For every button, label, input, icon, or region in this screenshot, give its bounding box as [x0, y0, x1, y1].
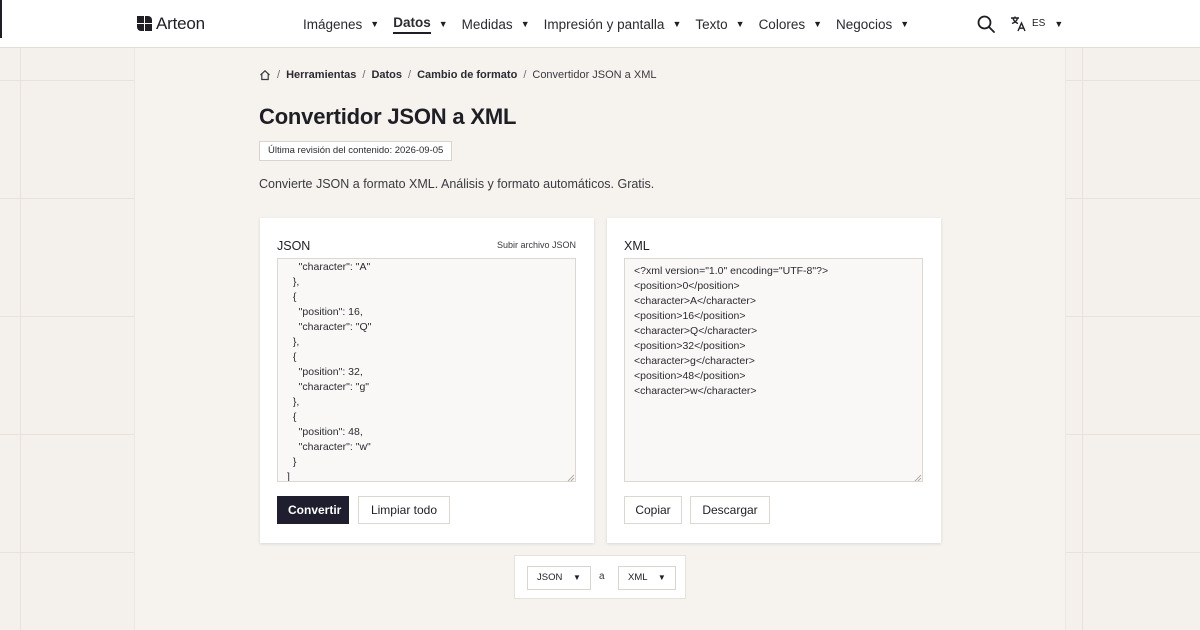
to-format-select[interactable]: XML ▼ — [618, 566, 676, 590]
nav-item-label: Medidas — [461, 16, 513, 32]
from-format-select[interactable]: JSON ▼ — [527, 566, 591, 590]
breadcrumb-link-cambio-de-formato[interactable]: Cambio de formato — [417, 69, 517, 81]
arteon-logo-icon — [137, 16, 152, 32]
nav-item-negocios[interactable]: Negocios ▼ — [836, 0, 909, 48]
top-navigation-bar: Arteon Imágenes ▼ Datos ▼ Medidas ▼ Impr… — [0, 0, 1200, 48]
nav-item-label: Negocios — [836, 16, 893, 32]
breadcrumb-link-datos[interactable]: Datos — [371, 69, 402, 81]
breadcrumb-separator: / — [408, 69, 412, 81]
search-button[interactable] — [976, 14, 996, 34]
chevron-down-icon: ▼ — [900, 19, 910, 29]
search-icon — [977, 15, 995, 33]
nav-item-label: Datos — [393, 15, 431, 34]
json-panel-title: JSON — [277, 239, 311, 253]
copy-button[interactable]: Copiar — [624, 496, 682, 524]
nav-item-imagenes[interactable]: Imágenes ▼ — [303, 0, 379, 48]
home-icon[interactable] — [259, 69, 271, 81]
convert-button[interactable]: Convertir — [277, 496, 349, 524]
brand-logo[interactable]: Arteon — [137, 14, 205, 34]
nav-item-impresion-y-pantalla[interactable]: Impresión y pantalla ▼ — [544, 0, 682, 48]
nav-item-medidas[interactable]: Medidas ▼ — [462, 0, 530, 48]
nav-item-label: Colores — [758, 16, 806, 32]
nav-item-label: Imágenes — [303, 16, 363, 32]
nav-item-texto[interactable]: Texto ▼ — [695, 0, 744, 48]
breadcrumb-link-herramientas[interactable]: Herramientas — [286, 69, 356, 81]
xml-panel-title: XML — [624, 239, 650, 253]
nav-item-datos[interactable]: Datos ▼ — [393, 0, 448, 48]
nav-item-label: Impresión y pantalla — [543, 16, 665, 32]
download-button[interactable]: Descargar — [690, 496, 770, 524]
main-nav: Imágenes ▼ Datos ▼ Medidas ▼ Impresión y… — [303, 0, 923, 48]
nav-item-label: Texto — [695, 16, 728, 32]
page-title: Convertidor JSON a XML — [259, 104, 517, 129]
page-description: Convierte JSON a formato XML. Análisis y… — [259, 177, 655, 191]
language-code: ES — [1032, 18, 1046, 29]
to-format-value: XML — [628, 572, 648, 583]
chevron-down-icon: ▼ — [735, 19, 745, 29]
json-input-textarea[interactable]: "character": "A" }, { "position": 16, "c… — [277, 258, 576, 482]
upload-json-link[interactable]: Subir archivo JSON — [497, 240, 576, 250]
format-connector: a — [599, 571, 605, 582]
chevron-down-icon: ▼ — [657, 573, 666, 582]
from-format-value: JSON — [537, 572, 563, 583]
chevron-down-icon: ▼ — [813, 19, 823, 29]
chevron-down-icon: ▼ — [672, 19, 682, 29]
chevron-down-icon: ▼ — [1054, 18, 1064, 29]
breadcrumb-separator: / — [277, 69, 281, 81]
clear-all-button[interactable]: Limpiar todo — [358, 496, 450, 524]
resize-handle-icon[interactable] — [914, 474, 922, 482]
xml-output-textarea[interactable]: <?xml version="1.0" encoding="UTF-8"?> <… — [624, 258, 923, 482]
resize-handle-icon[interactable] — [567, 474, 575, 482]
format-switcher: JSON ▼ a XML ▼ — [514, 555, 686, 599]
breadcrumb: / Herramientas / Datos / Cambio de forma… — [259, 69, 656, 81]
revision-badge: Última revisión del contenido: 2026-09-0… — [259, 141, 453, 161]
xml-output-card: XML <?xml version="1.0" encoding="UTF-8"… — [607, 218, 941, 543]
breadcrumb-separator: / — [523, 69, 527, 81]
nav-item-colores[interactable]: Colores ▼ — [759, 0, 822, 48]
json-input-card: JSON Subir archivo JSON "character": "A"… — [260, 218, 594, 543]
language-selector[interactable]: ES ▼ — [1010, 15, 1063, 32]
translate-icon — [1011, 16, 1026, 32]
brand-name: Arteon — [156, 14, 205, 33]
chevron-down-icon: ▼ — [438, 19, 448, 29]
chevron-down-icon: ▼ — [572, 573, 581, 582]
chevron-down-icon: ▼ — [370, 19, 380, 29]
window-edge — [0, 0, 2, 38]
breadcrumb-current: Convertidor JSON a XML — [532, 69, 657, 81]
chevron-down-icon: ▼ — [520, 19, 530, 29]
breadcrumb-separator: / — [362, 69, 366, 81]
